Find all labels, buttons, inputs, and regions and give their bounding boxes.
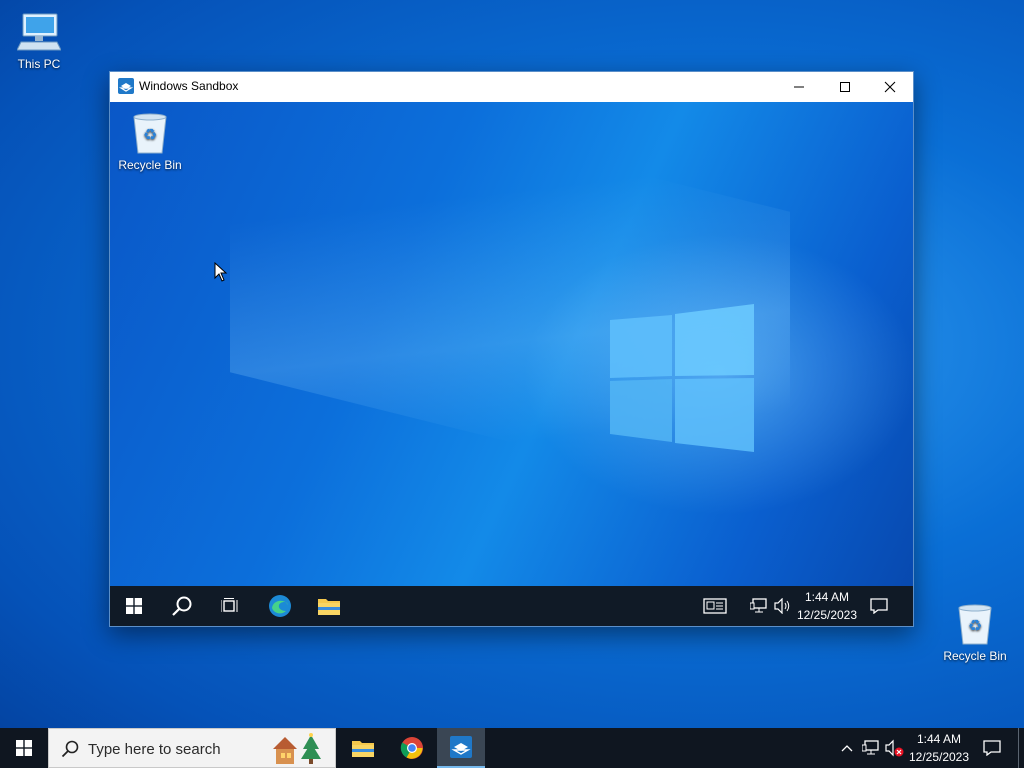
volume-icon (774, 598, 790, 614)
sandbox-news-button[interactable] (700, 586, 730, 626)
network-button[interactable] (860, 728, 882, 768)
close-icon (884, 81, 896, 93)
search-icon (61, 740, 79, 758)
svg-text:♻: ♻ (143, 125, 157, 144)
sandbox-window[interactable]: Windows Sandbox ♻ Recycle Bin 1:44 AM 12… (109, 71, 914, 627)
chevron-up-icon (841, 745, 853, 752)
search-placeholder: Type here to search (88, 741, 221, 758)
sandbox-clock-time: 1:44 AM (804, 590, 850, 604)
notification-icon (983, 740, 1001, 756)
network-icon (750, 598, 767, 613)
clock-time: 1:44 AM (916, 732, 962, 746)
show-hidden-icons-button[interactable] (836, 728, 858, 768)
recycle-bin-icon: ♻ (133, 113, 167, 154)
sandbox-file-explorer-button[interactable] (309, 586, 349, 626)
sandbox-edge-button[interactable] (260, 586, 300, 626)
recycle-bin-icon: ♻ (958, 604, 992, 645)
computer-icon (17, 13, 61, 51)
this-pc-label: This PC (17, 57, 61, 71)
network-icon (862, 740, 879, 755)
volume-muted-icon (885, 739, 904, 757)
file-explorer-icon (318, 599, 340, 615)
taskbar-clock[interactable]: 1:44 AM 12/25/2023 (906, 728, 972, 768)
file-explorer-icon (352, 741, 374, 757)
sandbox-notifications-button[interactable] (866, 586, 892, 626)
sandbox-clock-date: 12/25/2023 (796, 608, 858, 622)
maximize-button[interactable] (822, 72, 868, 102)
task-view-icon (221, 598, 238, 612)
title-bar[interactable]: Windows Sandbox (110, 72, 913, 102)
sandbox-network-button[interactable] (748, 586, 770, 626)
this-pc-icon[interactable]: This PC (1, 10, 77, 71)
sandbox-desktop[interactable]: ♻ Recycle Bin 1:44 AM 12/25/2023 (110, 102, 913, 626)
volume-button[interactable] (884, 728, 906, 768)
start-icon (16, 740, 32, 756)
minimize-button[interactable] (776, 72, 822, 102)
file-explorer-button[interactable] (340, 728, 386, 768)
sandbox-icon (450, 736, 472, 758)
search-box[interactable]: Type here to search (48, 728, 336, 768)
recycle-bin-label: Recycle Bin (943, 649, 1007, 663)
notifications-button[interactable] (978, 728, 1006, 768)
close-button[interactable] (867, 72, 913, 102)
search-icon (172, 596, 192, 616)
start-button[interactable] (0, 728, 48, 768)
windows-sandbox-taskbar-button[interactable] (437, 728, 485, 768)
mouse-cursor-icon (214, 262, 228, 282)
svg-text:♻: ♻ (968, 616, 982, 635)
sandbox-start-button[interactable] (114, 586, 154, 626)
windows-logo-wallpaper (610, 304, 754, 452)
start-icon (126, 598, 142, 614)
taskbar: Type here to search 1:44 AM 12/25/2023 (0, 728, 1024, 768)
news-icon (703, 598, 727, 614)
sandbox-recycle-bin-label: Recycle Bin (118, 158, 182, 172)
sandbox-search-button[interactable] (162, 586, 202, 626)
chrome-icon (400, 737, 423, 759)
chrome-button[interactable] (389, 728, 435, 768)
maximize-icon (840, 82, 850, 92)
minimize-icon (794, 86, 804, 88)
host-recycle-bin[interactable]: ♻ Recycle Bin (937, 602, 1013, 663)
sandbox-app-icon (118, 78, 134, 94)
notification-icon (870, 598, 888, 614)
sandbox-recycle-bin[interactable]: ♻ Recycle Bin (113, 111, 187, 172)
sandbox-volume-button[interactable] (772, 586, 794, 626)
sandbox-task-view-button[interactable] (210, 586, 250, 626)
sandbox-taskbar: 1:44 AM 12/25/2023 (110, 586, 913, 626)
window-title: Windows Sandbox (139, 79, 239, 93)
search-highlight-icon (273, 733, 321, 764)
sandbox-clock[interactable]: 1:44 AM 12/25/2023 (794, 586, 860, 626)
show-desktop-button[interactable] (1018, 728, 1024, 768)
edge-icon (269, 595, 291, 617)
clock-date: 12/25/2023 (908, 750, 970, 764)
